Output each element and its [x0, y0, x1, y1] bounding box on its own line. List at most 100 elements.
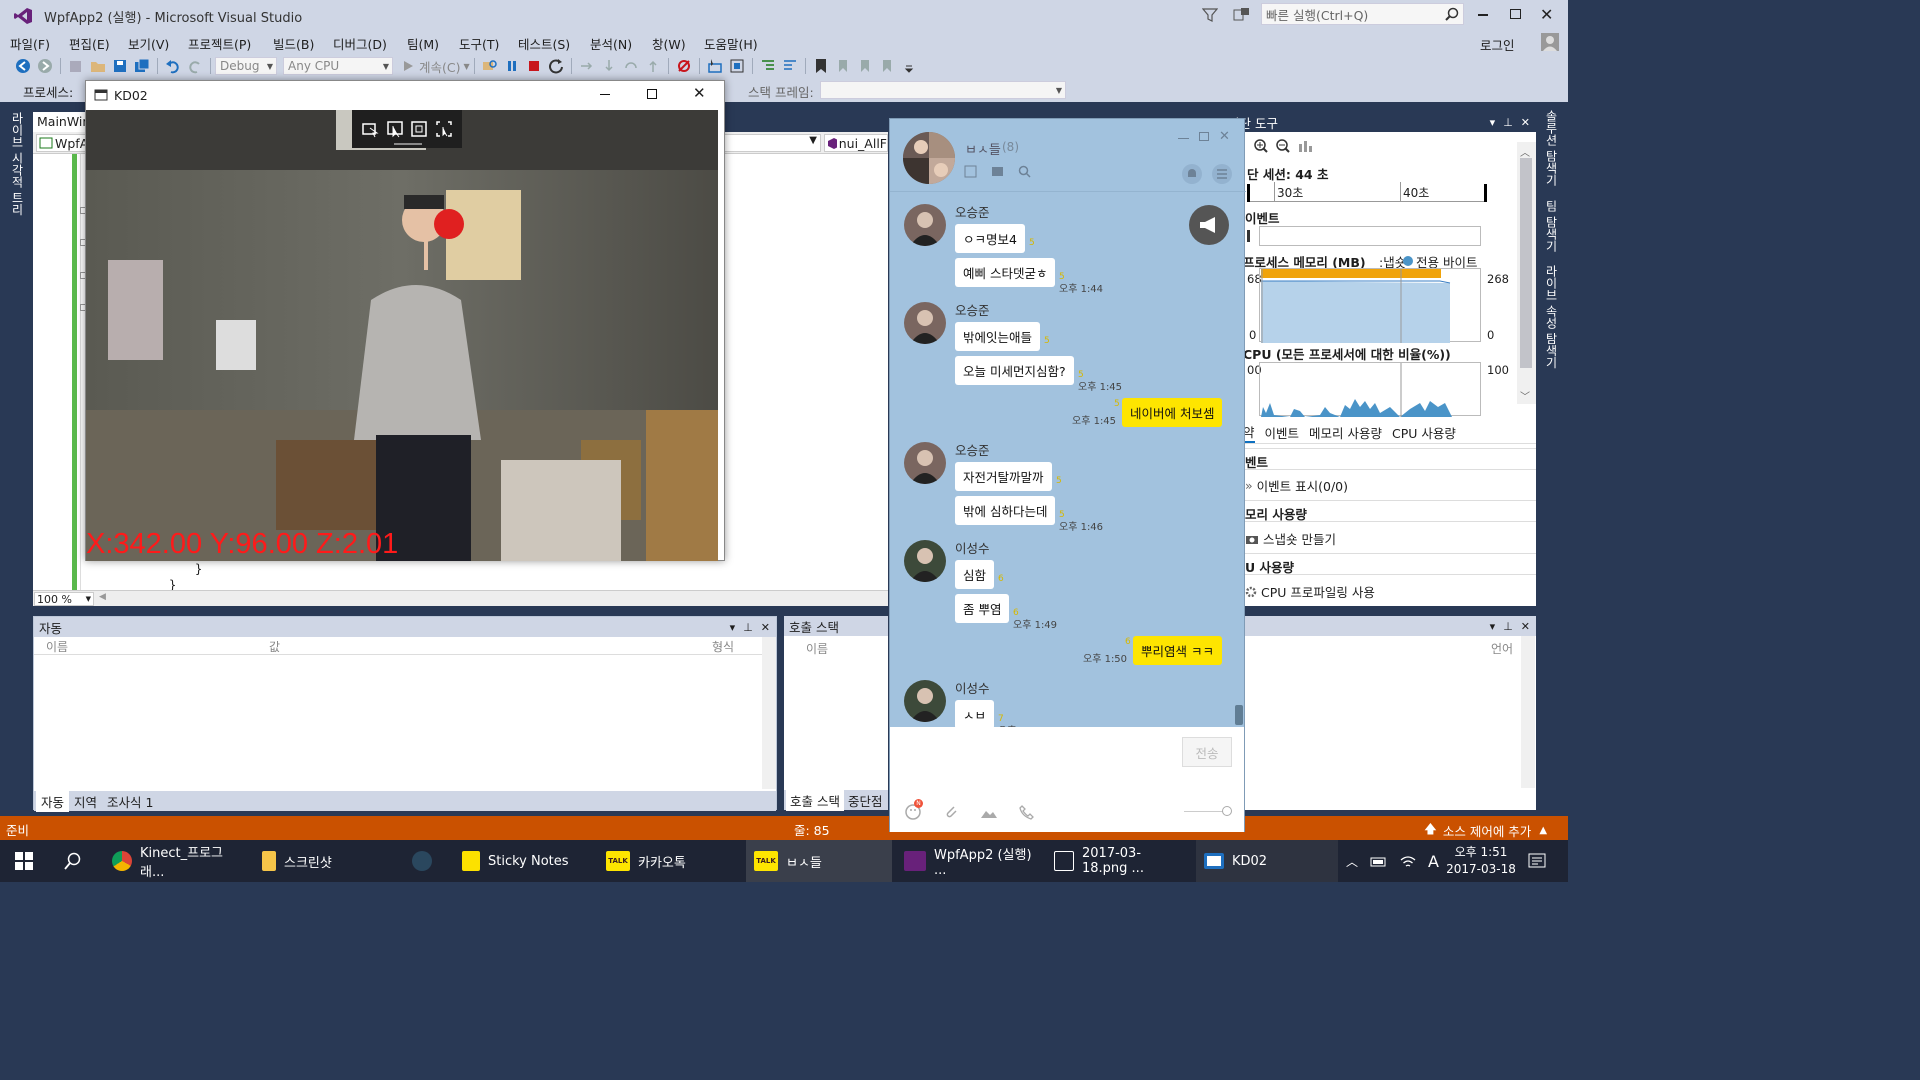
chat-drawer-icon[interactable] [991, 165, 1004, 178]
menu-edit[interactable]: 편집(E) [69, 34, 110, 53]
task-photo-viewer[interactable]: 2017-03-18.png ... [1046, 840, 1194, 882]
autos-scrollbar[interactable] [762, 637, 776, 789]
bookmark-icon[interactable] [811, 57, 831, 75]
room-menu-icon[interactable] [1212, 164, 1232, 184]
pin-icon[interactable]: ⊥ [743, 621, 753, 634]
tab-autos[interactable]: 자동 [36, 790, 70, 812]
opacity-slider[interactable] [1184, 811, 1226, 812]
new-project-icon[interactable] [66, 57, 86, 75]
restore-button[interactable] [1510, 9, 1521, 19]
scroll-down-arrow-icon[interactable]: ﹀ [1520, 388, 1530, 403]
pointer-select-icon[interactable] [386, 120, 404, 138]
layout-adorners-icon[interactable] [727, 57, 747, 75]
editor-tab-mainwindow[interactable]: MainWin [33, 112, 93, 132]
nav-member-combo[interactable]: nui_AllF [824, 134, 888, 152]
prev-bookmark-icon[interactable] [833, 57, 853, 75]
restart-icon[interactable] [546, 57, 566, 75]
solution-explorer-tab[interactable]: 솔루션 탐색기 [1543, 110, 1560, 186]
message-bubble[interactable]: 좀 뿌염 [955, 594, 1010, 623]
menu-test[interactable]: 테스트(S) [518, 34, 570, 53]
panel-menu-icon[interactable]: ▾ [1490, 620, 1496, 633]
friend-avatar[interactable] [904, 204, 946, 246]
memory-chart[interactable] [1259, 268, 1481, 343]
undo-icon[interactable] [163, 57, 183, 75]
zoom-in-icon[interactable] [1253, 138, 1269, 154]
tray-chevron-icon[interactable]: ︿ [1346, 853, 1358, 870]
step-over-icon[interactable] [621, 57, 641, 75]
quick-launch-input[interactable]: 빠른 실행(Ctrl+Q) [1261, 3, 1464, 25]
message-bubble[interactable]: 밖에 심하다는데 [955, 496, 1056, 525]
step-out-icon[interactable] [643, 57, 663, 75]
search-icon[interactable] [1018, 165, 1031, 178]
show-events-link[interactable]: » 이벤트 표시(0/0) [1245, 476, 1348, 495]
panel-close-icon[interactable]: ✕ [1521, 620, 1530, 633]
task-sticky-notes[interactable]: Sticky Notes [454, 840, 594, 882]
col-type[interactable]: 형식 [712, 638, 734, 655]
find-icon[interactable] [480, 57, 500, 75]
scroll-thumb[interactable] [1520, 158, 1532, 368]
message-list[interactable]: 오승준 ㅇㅋ명보4 5 예삐 스타뎃굳ㅎ 5 오후 1:44 오승준 밖에잇는애들 5 오늘 미세… [890, 192, 1236, 727]
panel-menu-icon[interactable]: ▾ [1490, 116, 1496, 129]
message-bubble[interactable]: 밖에잇는애들 [955, 322, 1041, 351]
friend-avatar[interactable] [904, 540, 946, 582]
scroll-up-arrow-icon[interactable]: ︿ [1520, 144, 1530, 159]
menu-file[interactable]: 파일(F) [10, 34, 50, 53]
diag-scrollbar[interactable]: ︿ ﹀ [1517, 142, 1536, 404]
kd02-title-bar[interactable]: KD02 ✕ [86, 81, 724, 109]
kinect-camera-view[interactable]: X:342.00 Y:96.00 Z:2.01 [86, 110, 718, 561]
send-button[interactable]: 전송 [1182, 737, 1232, 767]
attach-file-icon[interactable] [942, 803, 960, 821]
menu-window[interactable]: 창(W) [652, 34, 686, 53]
live-visual-tree-tab[interactable]: 라이브 시각적 트리 [9, 112, 26, 216]
menu-view[interactable]: 보기(V) [128, 34, 169, 53]
message-bubble[interactable]: 네이버에 처보셈 [1122, 398, 1223, 427]
toolbar-overflow-icon[interactable] [899, 57, 919, 75]
cpu-chart[interactable] [1259, 362, 1481, 417]
timeline-ruler[interactable]: 30초 40초 [1247, 182, 1487, 202]
panel-menu-icon[interactable]: ▾ [730, 621, 736, 634]
menu-project[interactable]: 프로젝트(P) [188, 34, 251, 53]
account-avatar-icon[interactable] [1541, 33, 1559, 51]
task-kakaotalk[interactable]: TALK 카카오톡 [598, 840, 738, 882]
tab-memory-usage[interactable]: 메모리 사용량 [1309, 423, 1382, 442]
callstack-col-name[interactable]: 이름 [806, 640, 828, 657]
add-to-source-control-button[interactable]: 🡅 소스 제어에 추가 ▲ [1424, 820, 1547, 841]
start-button[interactable] [15, 852, 33, 870]
action-center-icon[interactable] [1528, 852, 1546, 870]
menu-tools[interactable]: 도구(T) [459, 34, 499, 53]
save-all-icon[interactable] [132, 57, 152, 75]
live-property-explorer-tab[interactable]: 라이브 속성 탐색기 [1543, 265, 1560, 369]
chat-scrollbar-thumb[interactable] [1235, 705, 1243, 725]
photo-icon[interactable] [980, 803, 998, 821]
close-button[interactable]: ✕ [1540, 5, 1553, 24]
tab-locals[interactable]: 지역 [69, 791, 102, 812]
ime-indicator[interactable]: A [1428, 852, 1439, 871]
select-element-icon[interactable] [361, 120, 379, 138]
track-focused-icon[interactable] [435, 120, 453, 138]
minimize-button[interactable] [1478, 14, 1488, 16]
kakao-maximize-button[interactable] [1199, 132, 1209, 141]
filter-icon[interactable] [1202, 7, 1218, 23]
message-bubble[interactable]: 심함 [955, 560, 995, 589]
kakao-close-button[interactable]: ✕ [1219, 129, 1230, 144]
pause-icon[interactable] [502, 57, 522, 75]
configuration-combo[interactable]: Debug ▼ [215, 57, 277, 75]
message-bubble[interactable]: 오늘 미세먼지심함? [955, 356, 1074, 385]
menu-debug[interactable]: 디버그(D) [333, 34, 387, 53]
scroll-left-arrow-icon[interactable]: ◀ [99, 592, 106, 602]
task-steam[interactable] [404, 840, 446, 882]
message-bubble[interactable]: 예삐 스타뎃굳ㅎ [955, 258, 1056, 287]
back-arrow-icon[interactable] [13, 57, 33, 75]
stop-icon[interactable] [524, 57, 544, 75]
team-explorer-tab[interactable]: 팀 탐색기 [1543, 200, 1560, 252]
taskbar-search-button[interactable] [64, 852, 82, 870]
kakao-minimize-button[interactable] [1178, 138, 1189, 139]
outdent-icon[interactable] [780, 57, 800, 75]
message-bubble[interactable]: 자전거탈까말까 [955, 462, 1052, 491]
task-kd02[interactable]: KD02 [1196, 840, 1338, 882]
events-track[interactable] [1259, 226, 1481, 246]
task-chrome[interactable]: Kinect_프로그래... [104, 840, 244, 882]
nav-member-combo-left[interactable]: ▼ [723, 134, 821, 152]
save-icon[interactable] [110, 57, 130, 75]
reset-view-icon[interactable] [1297, 138, 1313, 154]
